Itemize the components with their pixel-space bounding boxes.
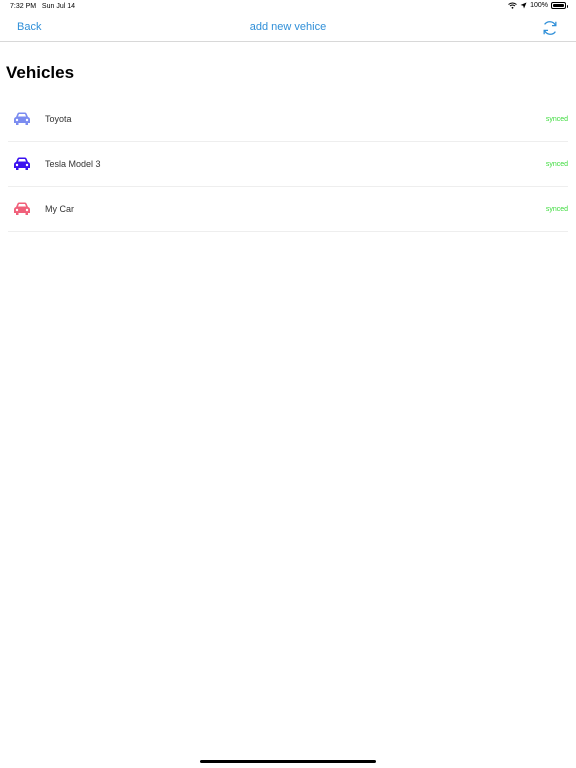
vehicle-list: Toyota synced Tesla Model 3 synced My Ca…: [0, 97, 576, 232]
home-indicator[interactable]: [200, 760, 376, 763]
location-arrow-icon: [520, 2, 527, 9]
vehicle-name: My Car: [45, 204, 74, 214]
status-time: 7:32 PM Sun Jul 14: [10, 3, 75, 10]
status-time-text: 7:32 PM: [10, 3, 37, 10]
car-icon: [14, 112, 30, 125]
status-bar: 7:32 PM Sun Jul 14 100%: [0, 0, 576, 14]
vehicle-row-toyota[interactable]: Toyota synced: [8, 97, 568, 142]
sync-status: synced: [545, 115, 568, 123]
vehicle-name: Tesla Model 3: [45, 159, 101, 169]
car-icon: [14, 157, 30, 170]
vehicle-name: Toyota: [45, 114, 72, 124]
status-indicators: 100%: [508, 2, 568, 9]
vehicle-row-my-car[interactable]: My Car synced: [8, 187, 568, 232]
page-title: Vehicles: [6, 63, 75, 82]
navigation-bar: Back add new vehice: [0, 14, 576, 42]
sync-status: synced: [545, 205, 568, 213]
add-vehicle-link[interactable]: add new vehice: [0, 21, 576, 33]
battery-percent: 100%: [530, 2, 548, 9]
status-date-text: Sun Jul 14: [41, 3, 76, 10]
car-icon: [14, 202, 30, 215]
refresh-icon[interactable]: [541, 19, 559, 37]
vehicle-row-tesla-model-3[interactable]: Tesla Model 3 synced: [8, 142, 568, 187]
battery-icon: [551, 2, 568, 9]
sync-status: synced: [545, 160, 568, 168]
wifi-icon: [508, 2, 517, 9]
